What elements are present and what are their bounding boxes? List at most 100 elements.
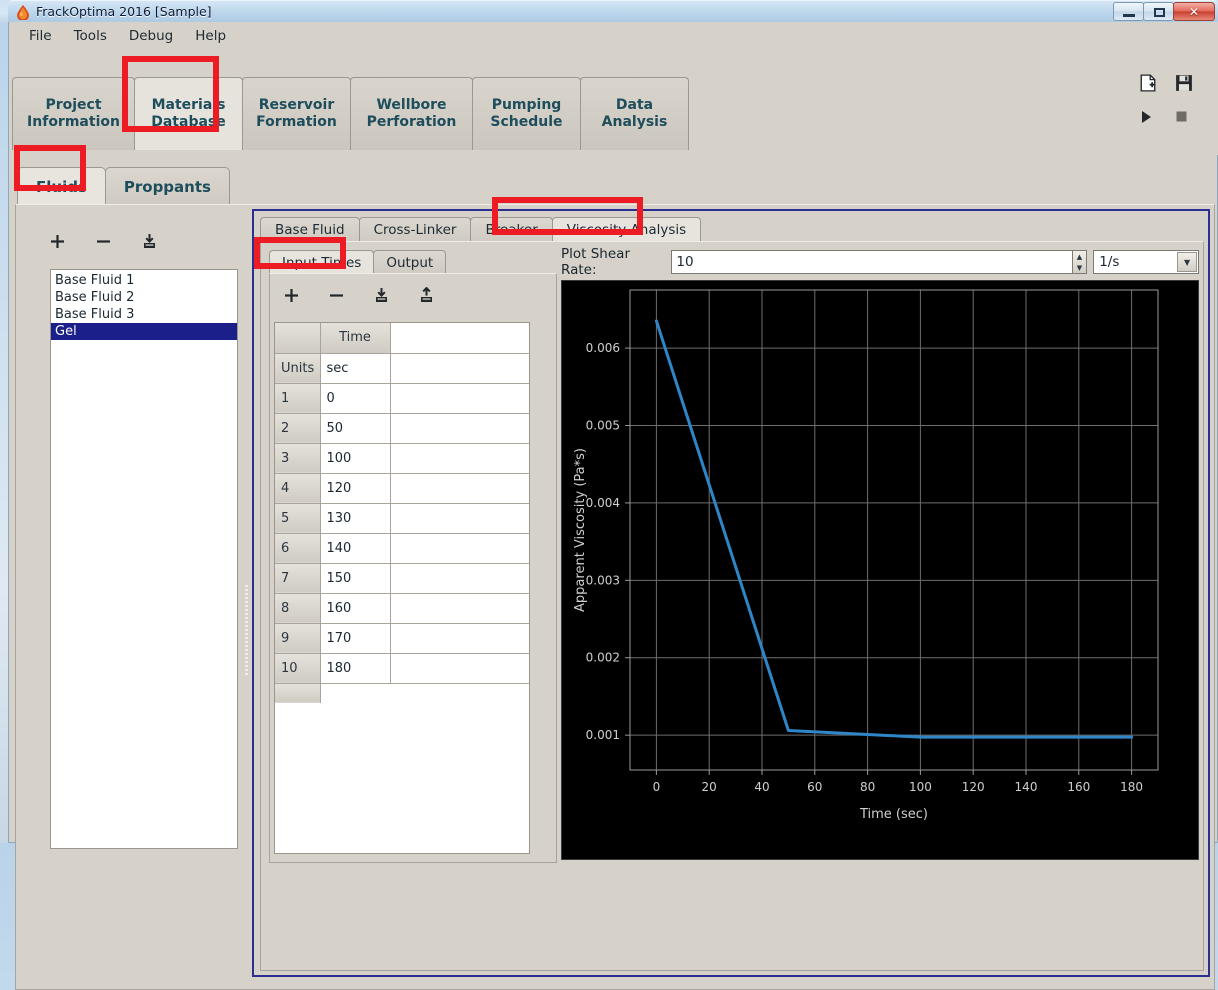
table-row-empty [275, 683, 529, 703]
tab-fluids[interactable]: Fluids [17, 167, 106, 205]
minimize-button[interactable] [1113, 2, 1144, 21]
row-header-units: Units [275, 353, 321, 384]
table-row: 2 50 [275, 413, 529, 444]
ribbon-tab-data-analysis[interactable]: Data Analysis [580, 77, 689, 150]
tab-breaker[interactable]: Breaker [470, 217, 553, 242]
table-row: 5 130 [275, 503, 529, 534]
tab-label: Breaker [485, 222, 538, 238]
maximize-button[interactable] [1143, 2, 1174, 21]
unit-value: 1/s [1099, 254, 1120, 270]
plot-shear-rate-input[interactable]: 10 [671, 250, 1073, 274]
tab-label: Fluids [36, 177, 87, 196]
chevron-down-icon[interactable]: ▼ [1177, 252, 1198, 272]
ribbon-tab-label: Materials [151, 96, 226, 113]
import-fluid-button[interactable] [138, 230, 160, 252]
cell-time[interactable]: 100 [320, 443, 391, 474]
tab-label: Proppants [123, 177, 211, 196]
cell-units-time[interactable]: sec [320, 353, 391, 384]
input-times-grid[interactable]: Time Units sec 1 0 2 50 3 100 4 120 5 13… [274, 322, 530, 854]
chart-y-tick-label: 0.003 [586, 573, 620, 587]
tab-base-fluid[interactable]: Base Fluid [260, 217, 360, 242]
table-row: 4 120 [275, 473, 529, 504]
tab-proppants[interactable]: Proppants [104, 167, 230, 205]
tab-cross-linker[interactable]: Cross-Linker [358, 217, 472, 242]
panel-splitter[interactable] [243, 405, 251, 845]
chart-y-tick-label: 0.006 [586, 341, 620, 355]
cell-time[interactable]: 180 [320, 653, 391, 684]
viscosity-chart[interactable]: 0 20 40 60 80 100 120 140 160 180 0.001 0.002 0.003… [561, 280, 1199, 860]
fluids-tab-panel: Base Fluid 1 Base Fluid 2 Base Fluid 3 G… [15, 204, 1215, 990]
list-item[interactable]: Base Fluid 1 [51, 272, 237, 289]
list-item[interactable]: Base Fluid 2 [51, 289, 237, 306]
chart-x-tick-label: 100 [909, 780, 932, 794]
import-table-button[interactable] [370, 284, 392, 306]
chart-x-tick-label: 160 [1067, 780, 1090, 794]
row-header: 5 [275, 503, 321, 534]
menu-item-file[interactable]: File [19, 24, 62, 48]
list-item-selected[interactable]: Gel [51, 323, 237, 340]
cell-time[interactable]: 170 [320, 623, 391, 654]
row-header: 3 [275, 443, 321, 474]
ribbon-tab-label: Information [27, 114, 120, 130]
chart-x-axis-title: Time (sec) [859, 807, 928, 822]
ribbon-tab-label: Wellbore [376, 96, 447, 113]
ribbon-tab-project-information[interactable]: Project Information [12, 77, 135, 150]
spinner-down-icon[interactable]: ▼ [1073, 262, 1086, 273]
ribbon-tab-wellbore-perforation[interactable]: Wellbore Perforation [350, 77, 473, 150]
ribbon-tab-label: Schedule [490, 114, 563, 130]
menu-item-tools[interactable]: Tools [64, 24, 117, 48]
grid-filler [390, 443, 529, 474]
cell-time[interactable]: 150 [320, 563, 391, 594]
row-header: 6 [275, 533, 321, 564]
save-icon[interactable] [1175, 74, 1193, 92]
chart-y-tick-label: 0.005 [586, 418, 620, 432]
close-icon: ✕ [1188, 4, 1200, 19]
run-icon[interactable] [1139, 110, 1153, 124]
ribbon-tab-materials-database[interactable]: Materials Database [134, 77, 243, 150]
plot-shear-rate-spinner[interactable]: ▲ ▼ [1072, 250, 1088, 274]
add-row-button[interactable] [280, 284, 302, 306]
tab-output[interactable]: Output [373, 250, 447, 274]
cell-time[interactable]: 50 [320, 413, 391, 444]
title-bar: FrackOptima 2016 [Sample] ✕ [8, 0, 1218, 22]
spinner-up-icon[interactable]: ▲ [1073, 251, 1086, 262]
tab-viscosity-analysis[interactable]: Viscosity Analysis [551, 217, 702, 242]
close-button[interactable]: ✕ [1173, 2, 1215, 21]
chart-x-tick-label: 120 [962, 780, 985, 794]
menu-item-debug[interactable]: Debug [119, 24, 183, 48]
list-item[interactable]: Base Fluid 3 [51, 306, 237, 323]
remove-fluid-button[interactable] [92, 230, 114, 252]
window-client-area: File Tools Debug Help Project Informatio… [8, 22, 1218, 990]
add-fluid-button[interactable] [46, 230, 68, 252]
grid-filler [390, 383, 529, 414]
chart-x-tick-label: 140 [1015, 780, 1038, 794]
ribbon-tab-label: Database [151, 114, 226, 130]
remove-row-button[interactable] [325, 284, 347, 306]
cell-time[interactable]: 130 [320, 503, 391, 534]
plus-icon [284, 288, 298, 302]
tab-input-times[interactable]: Input Times [269, 250, 375, 274]
stop-icon[interactable] [1175, 110, 1188, 123]
cell-time[interactable]: 160 [320, 593, 391, 624]
menu-item-help[interactable]: Help [185, 24, 236, 48]
grid-filler [390, 323, 529, 354]
ribbon-tab-label: Pumping [491, 96, 562, 113]
cell-time[interactable]: 0 [320, 383, 391, 414]
column-header-time: Time [320, 323, 391, 354]
ribbon-bar: Project Information Materials Database R… [9, 50, 1218, 155]
tab-label: Viscosity Analysis [566, 222, 687, 238]
cell-time[interactable]: 120 [320, 473, 391, 504]
minus-icon [329, 293, 343, 297]
export-table-button[interactable] [415, 284, 437, 306]
new-file-icon[interactable] [1139, 74, 1157, 92]
grid-filler [390, 503, 529, 534]
grid-filler [390, 413, 529, 444]
shear-rate-unit-select[interactable]: 1/s ▼ [1093, 250, 1200, 274]
grid-filler [390, 473, 529, 504]
table-row: 7 150 [275, 563, 529, 594]
cell-time[interactable]: 140 [320, 533, 391, 564]
table-toolbar [280, 284, 437, 306]
ribbon-tab-pumping-schedule[interactable]: Pumping Schedule [472, 77, 581, 150]
fluid-list[interactable]: Base Fluid 1 Base Fluid 2 Base Fluid 3 G… [50, 269, 238, 849]
ribbon-tab-reservoir-formation[interactable]: Reservoir Formation [242, 77, 351, 150]
